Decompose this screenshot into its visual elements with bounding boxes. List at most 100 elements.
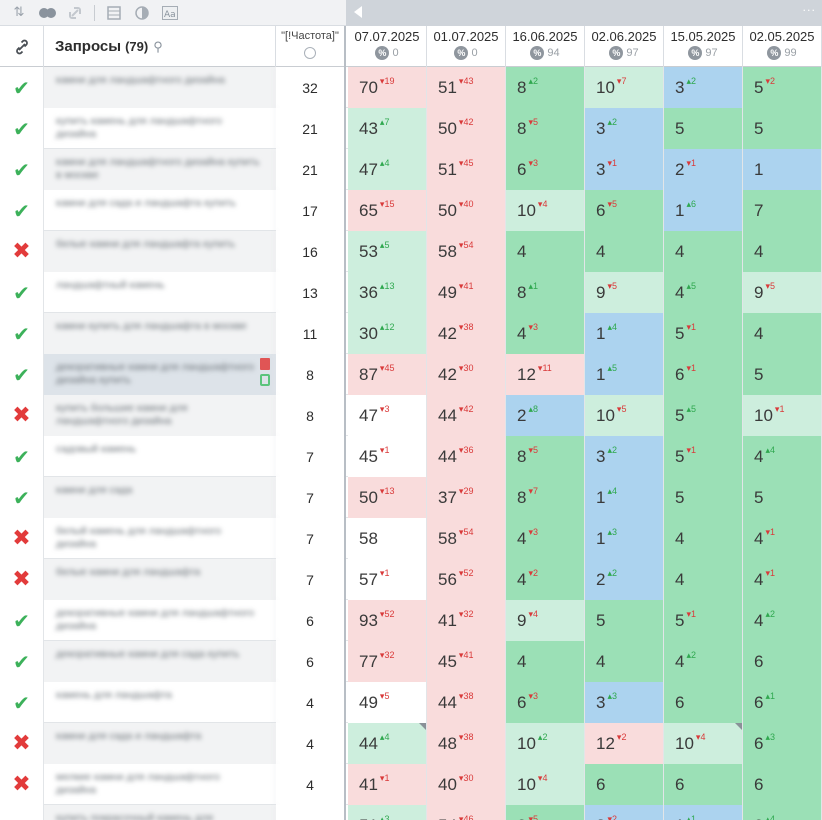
frequency-column-header[interactable]: "[!Частота]" <box>276 26 346 67</box>
position-cell[interactable]: 53 ▴5 <box>348 231 427 272</box>
status-cell[interactable]: ✔ <box>0 67 44 108</box>
position-cell[interactable]: 1 ▴5 <box>585 354 664 395</box>
status-cell[interactable]: ✖ <box>0 518 44 559</box>
position-cell[interactable]: 5 <box>743 354 822 395</box>
position-cell[interactable]: 4 ▾1 <box>743 559 822 600</box>
position-cell[interactable]: 47 ▾3 <box>348 395 427 436</box>
position-cell[interactable]: 6 <box>585 764 664 805</box>
position-cell[interactable]: 3▾2 <box>585 805 664 820</box>
position-cell[interactable]: 6 ▾1 <box>664 354 743 395</box>
position-cell[interactable]: 3 ▾1 <box>585 149 664 190</box>
table-row[interactable]: ✔ камни для ландшафтного дизайна купить в… <box>0 149 822 190</box>
position-cell[interactable]: 43 ▴7 <box>348 108 427 149</box>
query-text[interactable]: камни для сада и ландшафта <box>44 723 276 764</box>
link-icon[interactable] <box>66 4 84 22</box>
position-cell[interactable]: 8▾5 <box>506 436 585 477</box>
font-size-icon[interactable]: Aa <box>161 4 179 22</box>
position-cell[interactable]: 2▴4 <box>743 805 822 820</box>
position-cell[interactable]: 4 <box>506 641 585 682</box>
query-text[interactable]: садовый камень <box>44 436 276 477</box>
table-row[interactable]: ✔ декоративные камни для ландшафтного диз… <box>0 600 822 641</box>
position-cell[interactable]: 5 ▴5 <box>664 395 743 436</box>
position-cell[interactable]: 8 ▾7 <box>506 477 585 518</box>
table-row[interactable]: ✔ камни для ландшафтного дизайна 32 70 ▾19 51… <box>0 67 822 108</box>
position-cell[interactable]: 5 <box>743 108 822 149</box>
query-text[interactable]: ландшафтный камень <box>44 272 276 313</box>
position-cell[interactable]: 5 <box>743 477 822 518</box>
position-cell[interactable]: 51▴3 <box>348 805 427 820</box>
position-cell[interactable]: 3 ▴2 <box>585 108 664 149</box>
position-cell[interactable]: 44 ▾42 <box>427 395 506 436</box>
position-cell[interactable]: 49 ▾5 <box>348 682 427 723</box>
position-cell[interactable]: 4 ▴2 <box>664 641 743 682</box>
position-cell[interactable]: 4 <box>664 559 743 600</box>
status-cell[interactable]: ✖ <box>0 395 44 436</box>
query-column-header[interactable]: Запросы (79) ⚲ <box>44 26 276 67</box>
position-cell[interactable]: 4 ▴2 <box>743 600 822 641</box>
position-cell[interactable]: 5 <box>664 108 743 149</box>
position-cell[interactable]: 37 ▾29 <box>427 477 506 518</box>
position-cell[interactable]: 44 ▴4 <box>348 723 427 764</box>
position-cell[interactable]: 93 ▾52 <box>348 600 427 641</box>
status-cell[interactable]: ✖ <box>0 723 44 764</box>
status-cell[interactable]: ✔ <box>0 682 44 723</box>
table-row[interactable]: ✖ купить большие камни для ландшафтного д… <box>0 395 822 436</box>
table-row[interactable]: ✔ камни для сада и ландшафта купить 17 65 ▾1… <box>0 190 822 231</box>
position-cell[interactable]: 70 ▾19 <box>348 67 427 108</box>
position-cell[interactable]: 40 ▾30 <box>427 764 506 805</box>
position-cell[interactable]: 45 ▾41 <box>427 641 506 682</box>
query-text[interactable]: камни для ландшафтного дизайна <box>44 67 276 108</box>
position-cell[interactable]: 1 ▴4 <box>585 477 664 518</box>
position-cell[interactable]: 58 ▾54 <box>427 518 506 559</box>
table-row[interactable]: ✔ декоративные камни для сада купить 6 77 ▾3… <box>0 641 822 682</box>
position-cell[interactable]: 5 <box>664 477 743 518</box>
position-cell[interactable]: 10 ▾4 <box>506 190 585 231</box>
position-cell[interactable]: 8▾5 <box>506 805 585 820</box>
position-cell[interactable]: 51 ▾45 <box>427 149 506 190</box>
query-text[interactable]: камни купить для ландшафта в москве <box>44 313 276 354</box>
status-cell[interactable]: ✔ <box>0 641 44 682</box>
position-cell[interactable]: 50 ▾42 <box>427 108 506 149</box>
table-row[interactable]: ✖ белые камни для ландшафта купить 16 53 ▴5 5… <box>0 231 822 272</box>
search-icon[interactable]: ⚲ <box>153 39 163 55</box>
position-cell[interactable]: 4 <box>664 518 743 559</box>
status-cell[interactable]: ✔ <box>0 436 44 477</box>
status-cell[interactable]: ✖ <box>0 559 44 600</box>
position-cell[interactable]: 10 ▾7 <box>585 67 664 108</box>
query-text[interactable]: купить покрасочный камень для ландшафта <box>44 805 276 820</box>
status-cell[interactable]: ✔ <box>0 600 44 641</box>
position-cell[interactable]: 5 ▾2 <box>743 67 822 108</box>
status-cell[interactable]: ✔ <box>0 149 44 190</box>
link-column-header[interactable] <box>0 26 44 67</box>
position-cell[interactable]: 2 ▾1 <box>664 149 743 190</box>
position-cell[interactable]: 56 ▾52 <box>427 559 506 600</box>
position-cell[interactable]: 10 ▾4 <box>664 723 743 764</box>
query-text[interactable]: белые камни для ландшафта купить <box>44 231 276 272</box>
position-cell[interactable]: 8▾5 <box>506 108 585 149</box>
position-cell[interactable]: 3 ▴3 <box>585 682 664 723</box>
query-text[interactable]: мелкие камни для ландшафтного дизайна <box>44 764 276 805</box>
table-row[interactable]: ✔ камни купить для ландшафта в москве 11 30… <box>0 313 822 354</box>
position-cell[interactable]: 4 ▴5 <box>664 272 743 313</box>
date-column-header[interactable]: 16.06.2025% 94 <box>506 26 585 67</box>
position-cell[interactable]: 6 ▾3 <box>506 149 585 190</box>
position-cell[interactable]: 30 ▴12 <box>348 313 427 354</box>
query-text[interactable]: камни для сада и ландшафта купить <box>44 190 276 231</box>
date-column-header[interactable]: 15.05.2025% 97 <box>664 26 743 67</box>
position-cell[interactable]: 9 ▾4 <box>506 600 585 641</box>
status-cell[interactable]: ✔ <box>0 272 44 313</box>
status-cell[interactable]: ✔ <box>0 108 44 149</box>
table-icon[interactable] <box>105 4 123 22</box>
position-cell[interactable]: 58 <box>348 518 427 559</box>
position-cell[interactable]: 5 ▾1 <box>664 600 743 641</box>
table-row[interactable]: ✔ купить камень для ландшафтного дизайна 2… <box>0 108 822 149</box>
position-cell[interactable]: 54▾46 <box>427 805 506 820</box>
status-cell[interactable]: ✔ <box>0 805 44 820</box>
position-cell[interactable]: 1 ▴6 <box>664 190 743 231</box>
position-cell[interactable]: 5 ▾1 <box>664 313 743 354</box>
query-text[interactable]: декоративные камни для сада купить <box>44 641 276 682</box>
position-cell[interactable]: 41 ▾32 <box>427 600 506 641</box>
position-cell[interactable]: 4 ▾2 <box>506 559 585 600</box>
position-cell[interactable]: 12 ▾11 <box>506 354 585 395</box>
position-cell[interactable]: 58 ▾54 <box>427 231 506 272</box>
